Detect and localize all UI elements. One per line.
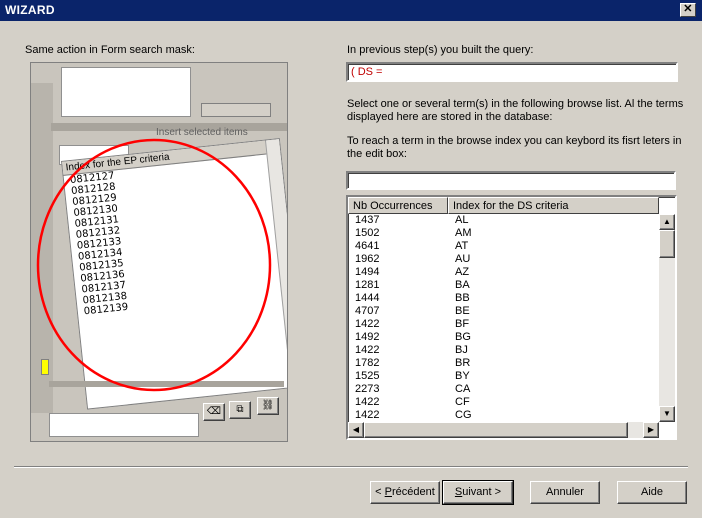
highlight-circle bbox=[36, 138, 272, 392]
browse-index-list[interactable]: Nb Occurrences Index for the DS criteria… bbox=[346, 195, 677, 440]
list-item[interactable]: 1281 BA bbox=[348, 279, 659, 292]
column-header-index[interactable]: Index for the DS criteria bbox=[448, 197, 659, 214]
occurrence-count: 1444 bbox=[355, 292, 380, 304]
scroll-up-icon[interactable]: ▲ bbox=[659, 214, 675, 230]
column-header-occurrences[interactable]: Nb Occurrences bbox=[348, 197, 448, 214]
index-term: AT bbox=[455, 240, 469, 252]
index-term: AZ bbox=[455, 266, 470, 278]
list-item[interactable]: 1422 BF bbox=[348, 318, 659, 331]
previous-button[interactable]: < Précédent bbox=[370, 481, 440, 504]
list-item[interactable]: 1494 AZ bbox=[348, 266, 659, 279]
query-field[interactable]: ( DS = bbox=[346, 62, 678, 82]
list-item[interactable]: 4707 BE bbox=[348, 305, 659, 318]
list-item[interactable]: 1422 CF bbox=[348, 396, 659, 409]
occurrence-count: 1422 bbox=[355, 318, 380, 330]
list-item[interactable]: 1962 AU bbox=[348, 253, 659, 266]
index-term: BJ bbox=[455, 344, 468, 356]
info-text-browse: Select one or several term(s) in the fol… bbox=[347, 98, 684, 123]
term-search-input[interactable] bbox=[346, 171, 676, 190]
list-item[interactable]: 1437 AL bbox=[348, 214, 659, 227]
index-term: BY bbox=[455, 370, 470, 382]
next-button[interactable]: Suivant > bbox=[442, 480, 514, 505]
occurrence-count: 1422 bbox=[355, 396, 380, 408]
list-item[interactable]: 1525 BY bbox=[348, 370, 659, 383]
footer-separator bbox=[14, 466, 688, 468]
previous-prefix: < bbox=[375, 486, 385, 498]
index-term: BE bbox=[455, 305, 470, 317]
scroll-right-icon[interactable]: ▶ bbox=[643, 422, 659, 438]
list-item[interactable]: 1782 BR bbox=[348, 357, 659, 370]
next-label: uivant > bbox=[462, 486, 502, 498]
window-title: WIZARD bbox=[5, 3, 55, 17]
occurrence-count: 4641 bbox=[355, 240, 380, 252]
index-term: CF bbox=[455, 396, 470, 408]
left-caption: Same action in Form search mask: bbox=[25, 44, 195, 56]
index-term: BA bbox=[455, 279, 470, 291]
index-term: BR bbox=[455, 357, 471, 369]
cancel-button[interactable]: Annuler bbox=[530, 481, 600, 504]
scroll-left-icon[interactable]: ◀ bbox=[348, 422, 364, 438]
previous-accel: P bbox=[384, 486, 392, 498]
occurrence-count: 2273 bbox=[355, 383, 380, 395]
title-bar: WIZARD ✕ bbox=[0, 0, 702, 21]
hscroll-thumb[interactable] bbox=[364, 422, 628, 438]
occurrence-count: 1494 bbox=[355, 266, 380, 278]
scroll-down-icon[interactable]: ▼ bbox=[659, 406, 675, 422]
list-item[interactable]: 1422 BJ bbox=[348, 344, 659, 357]
occurrence-count: 1492 bbox=[355, 331, 380, 343]
occurrence-count: 1525 bbox=[355, 370, 380, 382]
list-item[interactable]: 1422 CG bbox=[348, 409, 659, 422]
red-ellipse bbox=[36, 138, 272, 392]
previous-label: récédent bbox=[392, 486, 435, 498]
close-icon[interactable]: ✕ bbox=[680, 3, 696, 17]
query-label: In previous step(s) you built the query: bbox=[347, 44, 534, 56]
index-term: CG bbox=[455, 409, 472, 421]
list-item[interactable]: 1502 AM bbox=[348, 227, 659, 240]
list-item[interactable]: 1444 BB bbox=[348, 292, 659, 305]
list-header: Nb Occurrences Index for the DS criteria bbox=[348, 197, 659, 214]
occurrence-count: 1782 bbox=[355, 357, 380, 369]
occurrence-count: 1502 bbox=[355, 227, 380, 239]
list-rows: 1437 AL 1502 AM 4641 AT 1962 AU 1494 AZ 1281 BA 1444… bbox=[348, 214, 659, 422]
occurrence-count: 4707 bbox=[355, 305, 380, 317]
vertical-scrollbar[interactable]: ▲ ▼ bbox=[659, 214, 675, 422]
index-term: AU bbox=[455, 253, 471, 265]
index-term: CA bbox=[455, 383, 471, 395]
info-text-keyboard: To reach a term in the browse index you … bbox=[347, 135, 682, 160]
occurrence-count: 1422 bbox=[355, 344, 380, 356]
index-term: BF bbox=[455, 318, 470, 330]
index-term: BG bbox=[455, 331, 471, 343]
occurrence-count: 1437 bbox=[355, 214, 380, 226]
occurrence-count: 1962 bbox=[355, 253, 380, 265]
list-item[interactable]: 4641 AT bbox=[348, 240, 659, 253]
horizontal-scrollbar[interactable]: ◀ ▶ bbox=[348, 422, 659, 438]
help-button[interactable]: Aide bbox=[617, 481, 687, 504]
occurrence-count: 1281 bbox=[355, 279, 380, 291]
scroll-thumb[interactable] bbox=[659, 230, 675, 258]
list-item[interactable]: 2273 CA bbox=[348, 383, 659, 396]
index-term: BB bbox=[455, 292, 470, 304]
index-term: AL bbox=[455, 214, 469, 226]
index-term: AM bbox=[455, 227, 472, 239]
occurrence-count: 1422 bbox=[355, 409, 380, 421]
form-search-illustration: Insert selected items Index for the EP c… bbox=[30, 62, 288, 442]
list-item[interactable]: 1492 BG bbox=[348, 331, 659, 344]
